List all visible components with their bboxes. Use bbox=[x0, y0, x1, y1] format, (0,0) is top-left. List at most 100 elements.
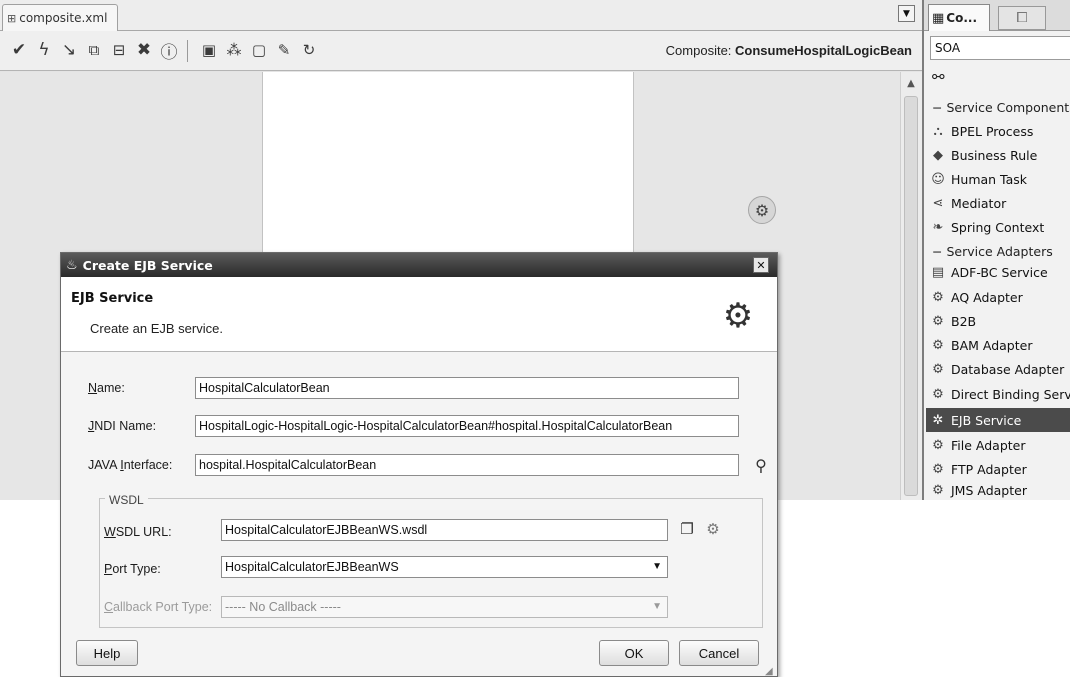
port-type-label: Port Type: bbox=[104, 562, 161, 576]
lightning-icon[interactable]: ϟ bbox=[33, 39, 55, 61]
file-icon: ⚙ bbox=[932, 437, 944, 453]
paste-icon[interactable]: ⊟ bbox=[108, 39, 130, 61]
wsdl-group-label: WSDL bbox=[105, 493, 148, 507]
palette-item-aq-adapter[interactable]: ⚙ AQ Adapter bbox=[930, 285, 1070, 309]
chevron-down-icon: ▼ bbox=[652, 561, 662, 572]
ok-button[interactable]: OK bbox=[599, 640, 669, 666]
java-interface-field[interactable]: hospital.HospitalCalculatorBean bbox=[195, 454, 739, 476]
palette-item-bam-adapter[interactable]: ⚙ BAM Adapter bbox=[930, 333, 1070, 357]
jms-icon: ⚙ bbox=[932, 483, 944, 498]
edit-icon[interactable]: ✎ bbox=[273, 39, 295, 61]
dialog-description: Create an EJB service. bbox=[90, 321, 223, 336]
chevron-down-icon: ▼ bbox=[652, 601, 662, 612]
jdeveloper-icon: ♨ bbox=[66, 257, 78, 273]
database-icon: ⚙ bbox=[932, 361, 944, 377]
gear-icon[interactable]: ⚙ bbox=[748, 196, 776, 224]
bam-icon: ⚙ bbox=[932, 337, 944, 353]
palette-item-label: File Adapter bbox=[951, 437, 1026, 453]
java-interface-label: JAVA Interface: bbox=[88, 458, 173, 472]
tab-component-palette[interactable]: ▦ Co... bbox=[928, 4, 990, 31]
palette-item-label: FTP Adapter bbox=[951, 461, 1027, 477]
composite-toolbar: ✔ ϟ ↘ ⧉ ⊟ ✖ ⓘ ▣ ⁂ ▢ ✎ ↻ Composite: Consu… bbox=[0, 31, 922, 71]
tab-composite-xml[interactable]: ⊞ composite.xml bbox=[2, 4, 119, 31]
palette-item-label: BPEL Process bbox=[951, 123, 1034, 139]
palette-item-direct-binding-service[interactable]: ⚙ Direct Binding Serv bbox=[930, 382, 1070, 406]
ftp-icon: ⚙ bbox=[932, 461, 944, 477]
callback-port-type-value: ----- No Callback ----- bbox=[225, 600, 341, 614]
editor-tab-bar: ⊞ composite.xml ▼ bbox=[0, 0, 922, 31]
palette-item-ejb-service[interactable]: ✲ EJB Service bbox=[926, 408, 1070, 432]
wsdl-url-field[interactable]: HospitalCalculatorEJBBeanWS.wsdl bbox=[221, 519, 668, 541]
dialog-title: Create EJB Service bbox=[82, 257, 213, 273]
palette-item-spring-context[interactable]: ❧ Spring Context bbox=[930, 215, 1070, 239]
jndi-name-field[interactable]: HospitalLogic-HospitalLogic-HospitalCalc… bbox=[195, 415, 739, 437]
port-type-select[interactable]: HospitalCalculatorEJBBeanWS ▼ bbox=[221, 556, 668, 578]
palette-item-label: Human Task bbox=[951, 171, 1028, 187]
resize-grip-icon[interactable]: ◢ bbox=[765, 666, 773, 677]
composite-name-label: Composite: ConsumeHospitalLogicBean bbox=[666, 43, 912, 58]
close-icon[interactable]: ✕ bbox=[753, 257, 769, 273]
help-button[interactable]: Help bbox=[76, 640, 138, 666]
jndi-name-label: JNDI Name: bbox=[88, 419, 157, 433]
composite-file-icon: ⊞ bbox=[7, 11, 17, 25]
palette-item-label: B2B bbox=[951, 313, 977, 329]
gears-icon: ⚙ bbox=[722, 296, 754, 336]
tab-label: Co... bbox=[946, 11, 978, 25]
palette-item-b2b[interactable]: ⚙ B2B bbox=[930, 309, 1070, 333]
composite-name: ConsumeHospitalLogicBean bbox=[735, 43, 912, 58]
tree-icon[interactable]: ⁂ bbox=[223, 39, 245, 61]
info-icon[interactable]: ⓘ bbox=[158, 39, 180, 63]
resource-palette-icon: ⧠ bbox=[1016, 10, 1028, 26]
toolbar-separator bbox=[187, 40, 188, 62]
human-task-icon: ☺ bbox=[931, 171, 945, 187]
palette-item-mediator[interactable]: ⋖ Mediator bbox=[930, 191, 1070, 215]
b2b-icon: ⚙ bbox=[932, 313, 944, 329]
browse-wsdl-icon[interactable]: ❐ bbox=[676, 518, 698, 540]
tab-list-dropdown-icon[interactable]: ▼ bbox=[898, 5, 915, 22]
palette-item-label: AQ Adapter bbox=[951, 289, 1023, 305]
generate-wsdl-gear-icon[interactable]: ⚙ bbox=[702, 518, 724, 540]
palette-item-adf-bc-service[interactable]: ▤ ADF-BC Service bbox=[930, 260, 1070, 284]
palette-item-label: Direct Binding Serv bbox=[951, 386, 1070, 402]
group-service-adapters[interactable]: − Service Adapters bbox=[932, 244, 1053, 259]
palette-category-select[interactable]: SOA bbox=[930, 36, 1070, 60]
wire-icon[interactable]: ↘ bbox=[58, 39, 80, 61]
bpel-icon: ⛬ bbox=[933, 123, 943, 139]
group-service-components[interactable]: − Service Components bbox=[932, 100, 1070, 115]
ejb-icon: ✲ bbox=[932, 412, 944, 428]
palette-item-jms-adapter[interactable]: ⚙ JMS Adapter bbox=[930, 481, 1070, 500]
binoculars-icon[interactable]: ⚯ bbox=[932, 68, 945, 86]
vertical-scrollbar[interactable]: ▲ bbox=[900, 72, 922, 500]
spring-icon: ❧ bbox=[932, 219, 944, 235]
palette-item-label: BAM Adapter bbox=[951, 337, 1033, 353]
aq-icon: ⚙ bbox=[932, 289, 944, 305]
delete-icon[interactable]: ✖ bbox=[133, 39, 155, 61]
cancel-button[interactable]: Cancel bbox=[679, 640, 759, 666]
scroll-up-icon[interactable]: ▲ bbox=[904, 76, 918, 90]
wsdl-url-label: WSDL URL: bbox=[104, 525, 172, 539]
deploy-icon[interactable]: ▢ bbox=[248, 39, 270, 61]
mediator-icon: ⋖ bbox=[932, 195, 944, 211]
layout-icon[interactable]: ▣ bbox=[198, 39, 220, 61]
scrollbar-thumb[interactable] bbox=[904, 96, 918, 496]
validate-icon[interactable]: ✔ bbox=[8, 39, 30, 61]
binding-icon: ⚙ bbox=[932, 386, 944, 402]
dialog-title-bar[interactable]: ♨ Create EJB Service ✕ bbox=[61, 253, 777, 277]
palette-item-label: JMS Adapter bbox=[951, 483, 1027, 498]
name-field[interactable]: HospitalCalculatorBean bbox=[195, 377, 739, 399]
palette-item-human-task[interactable]: ☺ Human Task bbox=[930, 167, 1070, 191]
tab-resource-palette[interactable]: ⧠ bbox=[998, 6, 1046, 30]
composite-prefix: Composite: bbox=[665, 43, 732, 58]
palette-item-database-adapter[interactable]: ⚙ Database Adapter bbox=[930, 357, 1070, 381]
palette-item-ftp-adapter[interactable]: ⚙ FTP Adapter bbox=[930, 457, 1070, 481]
copy-icon[interactable]: ⧉ bbox=[83, 39, 105, 61]
callback-port-type-label: Callback Port Type: bbox=[104, 600, 213, 614]
test-icon[interactable]: ↻ bbox=[298, 39, 320, 61]
tab-label: composite.xml bbox=[19, 11, 108, 25]
palette-item-file-adapter[interactable]: ⚙ File Adapter bbox=[930, 433, 1070, 457]
palette-item-bpel-process[interactable]: ⛬ BPEL Process bbox=[930, 119, 1070, 143]
palette-item-business-rule[interactable]: ◆ Business Rule bbox=[930, 143, 1070, 167]
search-icon[interactable]: ⚲ bbox=[750, 454, 772, 476]
palette-item-label: Mediator bbox=[951, 195, 1007, 211]
callback-port-type-select[interactable]: ----- No Callback ----- ▼ bbox=[221, 596, 668, 618]
